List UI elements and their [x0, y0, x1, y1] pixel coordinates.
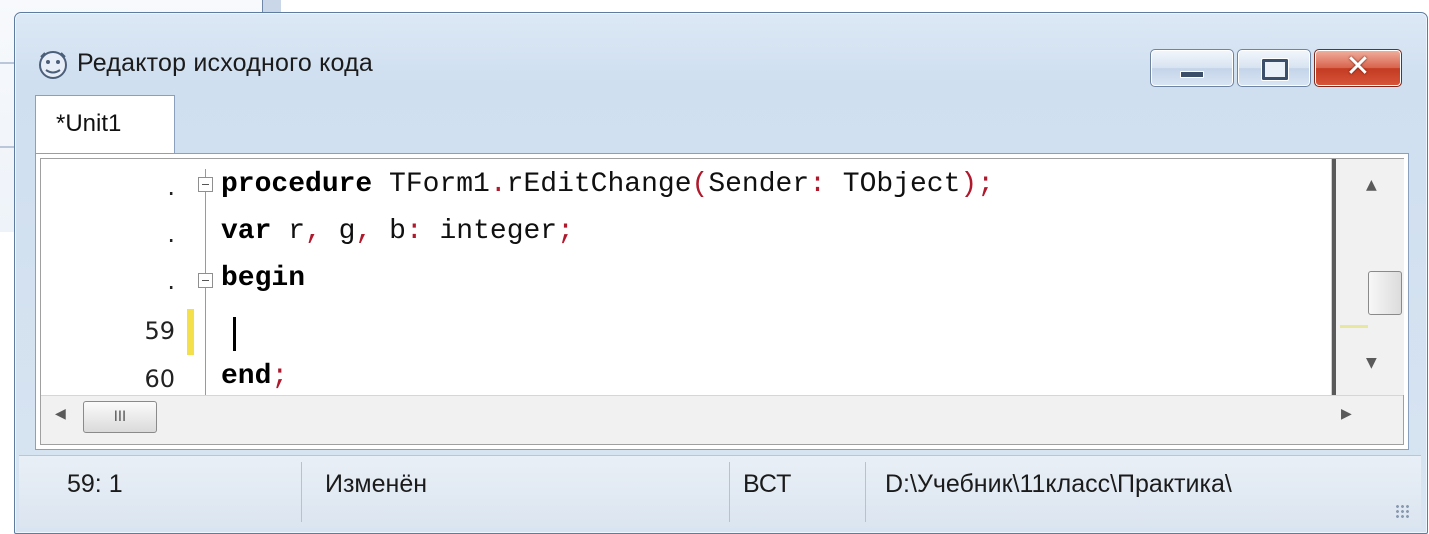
keyword: var [221, 216, 272, 247]
text-cursor [233, 317, 236, 351]
minimize-icon [1180, 71, 1204, 78]
scroll-left-arrow-icon[interactable]: ◀ [55, 406, 66, 422]
code-line-var: var r, g, b: integer; [221, 216, 574, 260]
resize-grip-icon[interactable] [1395, 504, 1411, 520]
horizontal-scroll-thumb[interactable]: III [83, 401, 157, 433]
code-symbol: : [809, 169, 826, 200]
code-text: rEditChange [506, 169, 692, 200]
maximize-icon [1261, 58, 1289, 81]
delphi-lion-icon [39, 51, 67, 79]
code-text: integer [422, 216, 558, 247]
insert-mode: ВСТ [743, 470, 792, 498]
scrollbar-separator [1332, 159, 1336, 395]
scroll-up-arrow-icon[interactable]: ▲ [1366, 177, 1377, 193]
code-editor[interactable]: . . . 59 60 procedure TForm1.rEditChange… [40, 158, 1404, 445]
line-number-gutter: . . . 59 60 [41, 159, 191, 395]
code-text: r [271, 216, 306, 247]
modified-status: Изменён [325, 470, 428, 498]
line-number: 59 [144, 317, 175, 345]
cursor-position: 59: 1 [67, 470, 123, 498]
fold-collapse-icon[interactable] [198, 177, 213, 192]
line-number: . [167, 220, 175, 248]
status-divider [865, 462, 866, 522]
tab-label: *Unit1 [56, 110, 122, 137]
window-title: Редактор исходного кода [77, 49, 373, 77]
line-number: . [167, 173, 175, 201]
code-symbol: , [355, 216, 373, 247]
scroll-down-arrow-icon[interactable]: ▼ [1366, 355, 1377, 371]
code-symbol: ; [977, 169, 995, 200]
maximize-button[interactable] [1237, 49, 1311, 87]
code-symbol: ( [691, 169, 709, 200]
tab-unit1[interactable]: *Unit1 [35, 95, 175, 154]
code-text: TObject [825, 169, 961, 200]
editor-frame: . . . 59 60 procedure TForm1.rEditChange… [35, 153, 1409, 450]
code-line-begin: begin [221, 263, 305, 307]
code-text: b [372, 216, 406, 247]
code-text: g [321, 216, 356, 247]
code-text: Sender [708, 169, 810, 200]
file-path: D:\Учебник\11класс\Практика\ [885, 470, 1232, 498]
code-symbol: : [405, 216, 423, 247]
fold-collapse-icon[interactable] [198, 273, 213, 288]
keyword: begin [221, 263, 306, 294]
code-symbol: ) [960, 169, 978, 200]
code-symbol: . [489, 169, 507, 200]
vertical-scroll-thumb[interactable] [1368, 271, 1402, 315]
code-text: TForm1 [372, 169, 490, 200]
minimize-button[interactable] [1150, 49, 1234, 87]
modified-line-marker [187, 309, 194, 355]
title-bar[interactable]: Редактор исходного кода ✕ [15, 13, 1427, 93]
modified-line-overview-marker [1340, 325, 1368, 328]
keyword: procedure [221, 169, 373, 200]
code-symbol: ; [271, 361, 289, 392]
keyword: end [221, 361, 272, 392]
code-line-procedure: procedure TForm1.rEditChange(Sender: TOb… [221, 169, 994, 213]
horizontal-scrollbar[interactable]: ◀ III ▶ [41, 395, 1403, 444]
status-divider [729, 462, 730, 522]
source-editor-window: Редактор исходного кода ✕ *Unit1 . . . 5… [14, 12, 1428, 534]
close-icon: ✕ [1345, 49, 1371, 84]
line-number: 60 [144, 365, 175, 393]
close-button[interactable]: ✕ [1314, 49, 1402, 87]
line-number: . [167, 267, 175, 295]
scroll-right-arrow-icon[interactable]: ▶ [1341, 406, 1352, 422]
status-bar: 59: 1 Изменён ВСТ D:\Учебник\11класс\Пра… [19, 455, 1421, 528]
code-symbol: , [305, 216, 322, 247]
code-symbol: ; [557, 216, 574, 247]
vertical-scrollbar[interactable]: ▲ ▼ [1331, 159, 1404, 395]
status-divider [301, 462, 302, 522]
